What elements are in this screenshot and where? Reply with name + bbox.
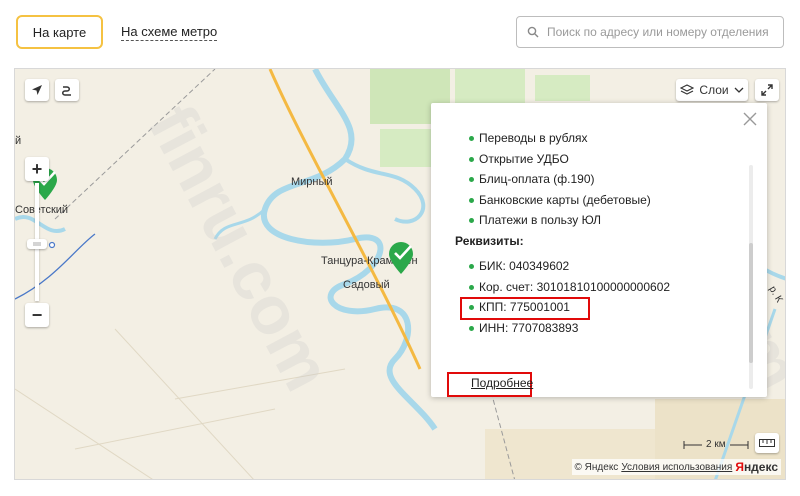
popup-scrollbar-thumb[interactable] [749, 243, 753, 363]
list-item: Блиц-оплата (ф.190) [455, 169, 651, 190]
place-label: Садовый [343, 279, 390, 291]
list-item: Переводы в рублях [455, 128, 651, 149]
branch-info-popup: Переводы в рублях Открытие УДБО Блиц-опл… [431, 103, 767, 397]
zoom-out-button[interactable]: − [25, 303, 49, 327]
layers-icon [680, 84, 695, 95]
zoom-out-label: − [31, 304, 43, 325]
close-icon[interactable] [743, 112, 757, 126]
terms-of-use-link[interactable]: Условия использования [621, 462, 732, 473]
search-field[interactable] [516, 16, 784, 48]
list-item: ИНН: 7707083893 [455, 318, 670, 339]
chevron-down-icon [734, 87, 744, 93]
geolocation-button[interactable] [25, 79, 49, 101]
zoom-in-button[interactable]: + [25, 157, 49, 181]
zoom-in-label: + [31, 158, 43, 179]
ruler-icon [759, 439, 775, 447]
search-input[interactable] [547, 25, 777, 39]
scale-bar-right [729, 440, 749, 449]
place-label: Советский [15, 204, 69, 216]
route-button[interactable] [55, 79, 79, 101]
layers-label: Слои [699, 83, 729, 97]
ruler-button[interactable] [755, 433, 779, 453]
fullscreen-button[interactable] [755, 79, 779, 101]
map-scale: 2 км [683, 439, 749, 450]
location-arrow-icon [32, 85, 42, 95]
scale-label: 2 км [706, 439, 726, 450]
expand-icon [761, 84, 773, 96]
list-item: Открытие УДБО [455, 149, 651, 170]
grip-icon [33, 242, 41, 246]
list-item: БИК: 040349602 [455, 256, 670, 277]
list-item: Платежи в пользу ЮЛ [455, 210, 651, 231]
kpp-highlight-box [460, 297, 590, 320]
yandex-logo: Яндекс [735, 460, 778, 474]
zoom-slider-handle[interactable] [27, 239, 47, 249]
services-list: Переводы в рублях Открытие УДБО Блиц-опл… [455, 128, 651, 231]
list-item: Банковские карты (дебетовые) [455, 190, 651, 211]
map-container[interactable]: finru.com finru.com й Советский Мирный Т… [14, 68, 786, 480]
tab-metro-scheme[interactable]: На схеме метро [121, 24, 218, 41]
scale-bar-left [683, 440, 702, 449]
requisites-title: Реквизиты: [455, 234, 524, 248]
place-label: й [15, 135, 22, 147]
branch-marker-icon[interactable] [385, 241, 417, 275]
search-icon [527, 26, 539, 38]
place-label: Мирный [291, 176, 333, 188]
more-details-link[interactable]: Подробнее [471, 376, 533, 390]
list-item: Кор. счет: 30101810100000000602 [455, 277, 670, 298]
layers-button[interactable]: Слои [676, 79, 748, 101]
copyright-text: © Яндекс [574, 461, 619, 473]
tab-on-map-label: На карте [32, 24, 87, 40]
tab-on-map[interactable]: На карте [16, 15, 103, 49]
map-copyright: © Яндекс Условия использования Яндекс [571, 459, 781, 475]
route-icon [62, 86, 71, 96]
